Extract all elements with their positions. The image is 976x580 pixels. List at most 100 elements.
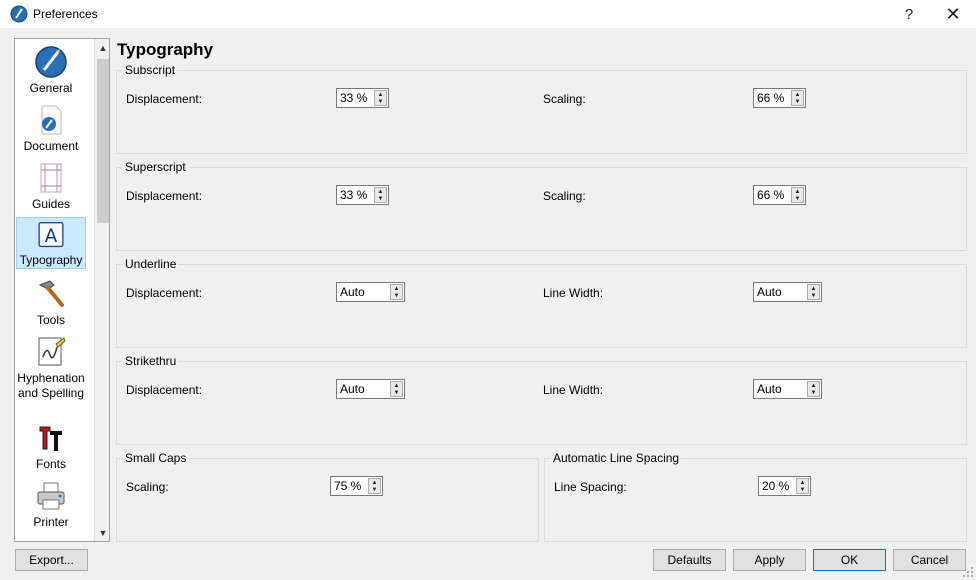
spin-up-icon[interactable]: ▲ <box>375 91 386 98</box>
subscript-group: Subscript Displacement: ▲▼ Scaling: ▲▼ <box>116 63 967 154</box>
spin-buttons[interactable]: ▲ ▼ <box>791 187 804 203</box>
scaling-label: Scaling: <box>543 92 586 106</box>
spin-buttons[interactable]: ▲ ▼ <box>374 90 387 106</box>
subscript-displacement-spinbox[interactable]: ▲▼ <box>336 88 389 108</box>
superscript-displacement-input[interactable] <box>337 186 375 204</box>
spin-up-icon[interactable]: ▲ <box>375 188 386 195</box>
superscript-scaling-input[interactable] <box>754 186 792 204</box>
spin-up-icon[interactable]: ▲ <box>391 382 402 389</box>
subscript-scaling-input[interactable] <box>754 89 792 107</box>
subscript-scaling-spinbox[interactable]: ▲▼ <box>753 88 806 108</box>
displacement-label: Displacement: <box>126 286 203 300</box>
defaults-button[interactable]: Defaults <box>653 549 726 571</box>
scroll-up-arrow-icon[interactable]: ▲ <box>95 39 109 56</box>
export-button[interactable]: Export... <box>15 549 88 571</box>
title-bar: Preferences ? ✕ <box>0 0 976 28</box>
sidebar-item-label: Printer <box>33 515 69 529</box>
sidebar-item-label: Typography <box>19 253 83 267</box>
spin-buttons[interactable]: ▲ ▼ <box>374 187 387 203</box>
printer-icon <box>37 482 65 510</box>
guides-icon <box>40 163 62 193</box>
spin-down-icon[interactable]: ▼ <box>375 98 386 105</box>
scaling-label: Scaling: <box>543 189 586 203</box>
window-title: Preferences <box>33 7 98 21</box>
fonts-icon <box>39 426 62 451</box>
sidebar-item-label: General <box>29 81 73 95</box>
line-spacing-input[interactable] <box>759 477 797 495</box>
sidebar-item-printer[interactable]: Printer <box>16 477 86 531</box>
ok-button[interactable]: OK <box>813 549 886 571</box>
strikethru-line-width-input[interactable] <box>754 380 808 398</box>
superscript-displacement-spinbox[interactable]: ▲▼ <box>336 185 389 205</box>
group-title: Automatic Line Spacing <box>551 451 682 465</box>
spin-up-icon[interactable]: ▲ <box>808 285 819 292</box>
group-title: Superscript <box>123 160 188 174</box>
scribus-app-icon <box>10 5 28 23</box>
document-icon <box>41 105 62 135</box>
sidebar-item-label: Document <box>23 139 79 153</box>
sidebar-item-general[interactable]: General <box>16 43 86 97</box>
hyphenation-icon <box>38 337 66 366</box>
strikethru-displacement-spinbox[interactable]: ▲▼ <box>336 379 405 399</box>
apply-button[interactable]: Apply <box>733 549 806 571</box>
spin-buttons[interactable]: ▲ ▼ <box>368 478 381 494</box>
spin-down-icon[interactable]: ▼ <box>808 389 819 396</box>
help-button[interactable]: ? <box>886 0 932 28</box>
sidebar-item-document[interactable]: Document <box>16 101 86 155</box>
strikethru-line-width-spinbox[interactable]: ▲▼ <box>753 379 822 399</box>
line-spacing-spinbox[interactable]: ▲▼ <box>758 476 811 496</box>
spin-up-icon[interactable]: ▲ <box>808 382 819 389</box>
sidebar-item-fonts[interactable]: Fonts <box>16 419 86 473</box>
automatic-line-spacing-group: Automatic Line Spacing Line Spacing: ▲▼ <box>544 451 967 542</box>
spin-up-icon[interactable]: ▲ <box>792 91 803 98</box>
strikethru-displacement-input[interactable] <box>337 380 391 398</box>
spin-buttons[interactable]: ▲ ▼ <box>807 284 820 300</box>
small-caps-scaling-spinbox[interactable]: ▲▼ <box>330 476 383 496</box>
sidebar-item-label: Hyphenation and Spelling <box>17 371 85 400</box>
small-caps-scaling-input[interactable] <box>331 477 369 495</box>
spin-buttons[interactable]: ▲ ▼ <box>807 381 820 397</box>
spin-up-icon[interactable]: ▲ <box>792 188 803 195</box>
cancel-button[interactable]: Cancel <box>893 549 966 571</box>
underline-displacement-input[interactable] <box>337 283 391 301</box>
line-width-label: Line Width: <box>543 383 604 397</box>
sidebar-item-typography[interactable]: A Typography <box>16 217 86 269</box>
group-title: Subscript <box>123 63 178 77</box>
spin-buttons[interactable]: ▲ ▼ <box>796 478 809 494</box>
resize-grip-icon[interactable] <box>962 566 974 578</box>
scroll-thumb[interactable] <box>97 59 109 223</box>
subscript-displacement-input[interactable] <box>337 89 375 107</box>
displacement-label: Displacement: <box>126 92 203 106</box>
spin-down-icon[interactable]: ▼ <box>808 292 819 299</box>
sidebar-item-label: Fonts <box>35 457 66 471</box>
spin-down-icon[interactable]: ▼ <box>375 195 386 202</box>
spin-buttons[interactable]: ▲ ▼ <box>791 90 804 106</box>
spin-buttons[interactable]: ▲ ▼ <box>390 284 403 300</box>
sidebar-item-label: Tools <box>36 313 65 327</box>
group-title: Underline <box>123 257 179 271</box>
superscript-scaling-spinbox[interactable]: ▲▼ <box>753 185 806 205</box>
spin-down-icon[interactable]: ▼ <box>391 389 402 396</box>
sidebar-item-tools[interactable]: Tools <box>16 275 86 329</box>
sidebar-item-hyphenation-and-spelling[interactable]: Hyphenation and Spelling <box>16 333 86 403</box>
group-title: Strikethru <box>123 354 179 368</box>
close-button[interactable]: ✕ <box>930 0 976 28</box>
spin-down-icon[interactable]: ▼ <box>797 486 808 493</box>
underline-line-width-input[interactable] <box>754 283 808 301</box>
spin-down-icon[interactable]: ▼ <box>369 486 380 493</box>
spin-down-icon[interactable]: ▼ <box>792 98 803 105</box>
underline-displacement-spinbox[interactable]: ▲▼ <box>336 282 405 302</box>
sidebar-item-guides[interactable]: Guides <box>16 159 86 213</box>
sidebar-item-label: Guides <box>31 197 71 211</box>
hammer-icon <box>38 280 64 307</box>
sidebar-scrollbar[interactable]: ▲ ▼ <box>94 39 109 541</box>
spin-up-icon[interactable]: ▲ <box>797 479 808 486</box>
spin-down-icon[interactable]: ▼ <box>792 195 803 202</box>
spin-up-icon[interactable]: ▲ <box>391 285 402 292</box>
spin-up-icon[interactable]: ▲ <box>369 479 380 486</box>
scroll-down-arrow-icon[interactable]: ▼ <box>95 524 109 541</box>
spin-buttons[interactable]: ▲ ▼ <box>390 381 403 397</box>
group-title: Small Caps <box>123 451 189 465</box>
underline-line-width-spinbox[interactable]: ▲▼ <box>753 282 822 302</box>
spin-down-icon[interactable]: ▼ <box>391 292 402 299</box>
